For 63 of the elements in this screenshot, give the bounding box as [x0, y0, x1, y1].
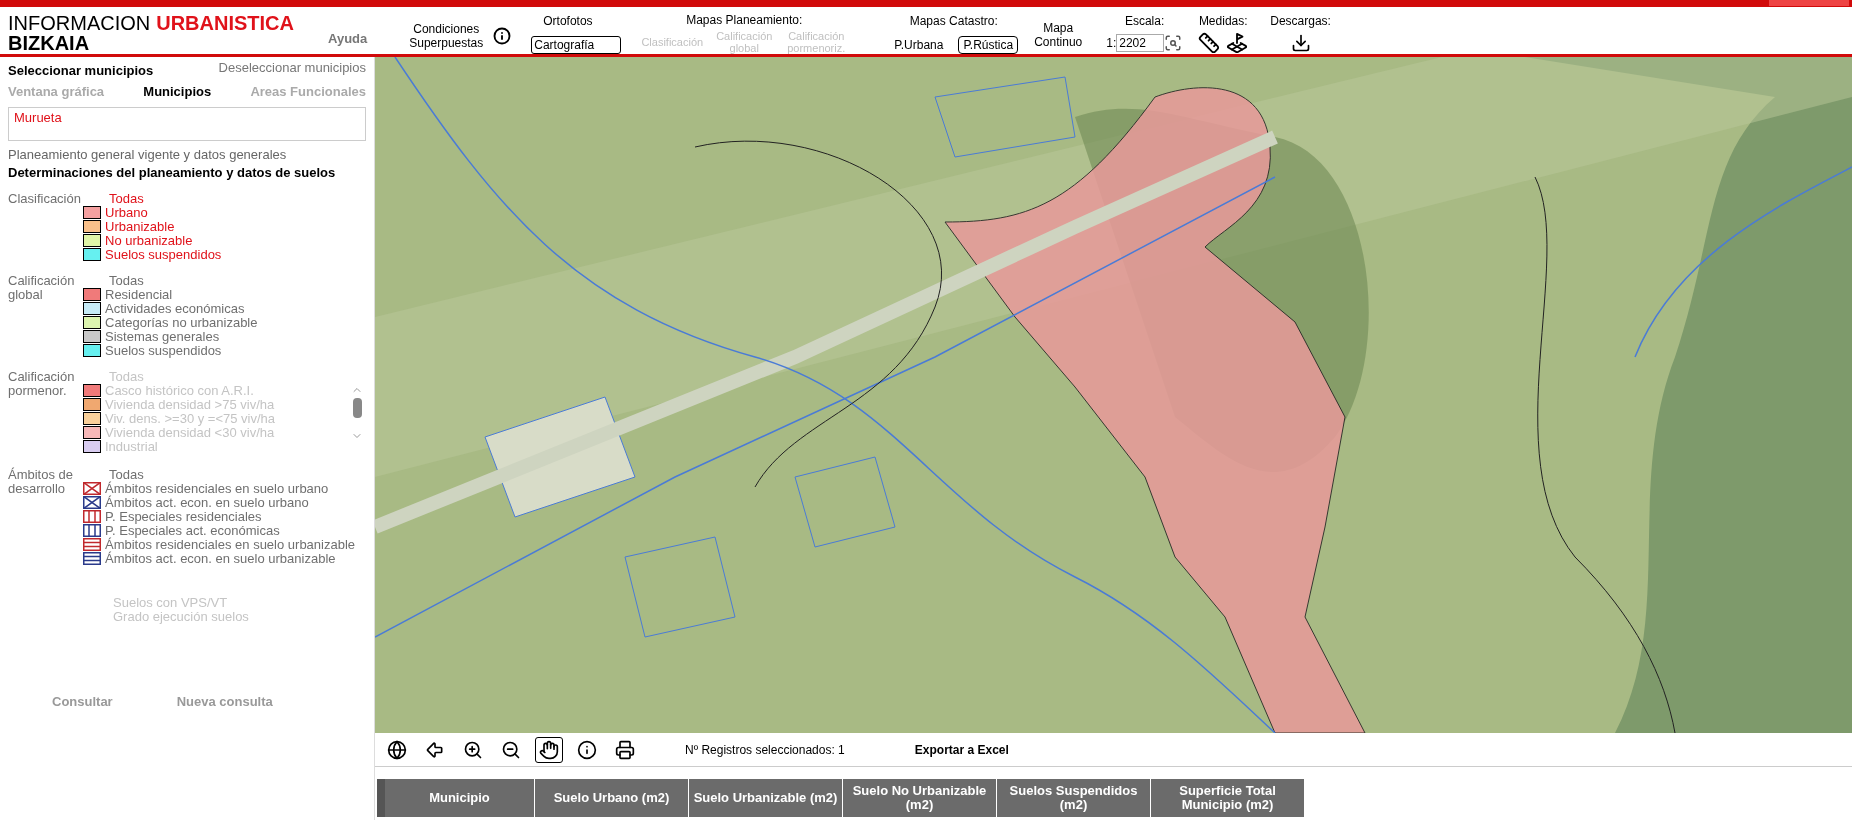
table-header-cell: Suelo Urbano (m2) — [535, 779, 689, 817]
table-edge — [377, 779, 385, 817]
scale-prefix: 1: — [1106, 35, 1117, 52]
legend-item[interactable]: Ámbitos residenciales en suelo urbano — [105, 481, 329, 496]
app-title: INFORMACION — [8, 13, 151, 33]
query-button[interactable]: Nueva consulta — [176, 691, 273, 711]
legend-item[interactable]: No urbanizable — [105, 233, 193, 248]
section-label: Calificación global — [7, 273, 76, 304]
legend-item[interactable]: Suelos suspendidos — [105, 343, 222, 358]
table-header-cell: Municipio — [385, 779, 535, 817]
determinations-heading: Determinaciones del planeamiento y datos de suelos — [7, 164, 337, 180]
region-title: BIZKAIA — [8, 33, 91, 53]
legend-item[interactable]: Ámbitos act. econ. en suelo urbanizable — [105, 551, 336, 566]
export-excel-button[interactable]: Exportar a Excel — [914, 740, 1009, 759]
deselect-link[interactable]: Deseleccionar municipios — [218, 60, 366, 78]
section-label: Clasificación — [7, 191, 82, 208]
legend-item[interactable]: P. Especiales act. económicas — [105, 523, 280, 538]
zoom-to-scale-icon[interactable] — [1164, 34, 1183, 52]
help-link[interactable]: Ayuda — [328, 28, 368, 48]
planning-maps-label: Mapas Planeamiento: — [686, 12, 803, 29]
info-icon[interactable] — [493, 26, 512, 45]
select-municipalities-title: Seleccionar municipios — [8, 63, 154, 78]
legend-item[interactable]: Categorías no urbanizable — [105, 315, 258, 330]
all-option[interactable]: Todas — [83, 273, 258, 288]
measure-area-icon[interactable] — [1226, 32, 1249, 54]
measures-label: Medidas: — [1198, 13, 1248, 30]
hand-icon[interactable] — [535, 736, 563, 763]
selection-tab[interactable]: Municipios — [143, 82, 212, 102]
table-header-cell: Suelo No Urbanizable (m2) — [843, 779, 997, 817]
legend-item[interactable]: P. Especiales residenciales — [105, 509, 262, 524]
continuous-map-button[interactable]: Mapa Continuo — [1032, 21, 1085, 49]
general-planning-link[interactable]: Planeamiento general vigente y datos generales — [0, 146, 374, 162]
downloads-label: Descargas: — [1270, 13, 1331, 30]
all-option[interactable]: Todas — [83, 191, 222, 206]
municipality-item[interactable]: Murueta — [14, 109, 360, 125]
legend-item[interactable]: Ámbitos act. econ. en suelo urbano — [105, 495, 309, 510]
scale-label: Escala: — [1124, 13, 1165, 30]
scale-field[interactable]: 2202 — [1116, 34, 1165, 52]
cadastre-map-button[interactable]: P.Urbana — [889, 36, 949, 54]
municipality-list[interactable]: Murueta — [8, 106, 366, 141]
section-label: Ámbitos de desarrollo — [7, 467, 75, 498]
table-header-cell: Suelos Suspendidos (m2) — [997, 779, 1151, 817]
conditions-button[interactable]: Condiciones Superpuestas — [405, 21, 488, 50]
section-label: Calificación pormenor. — [7, 369, 76, 400]
legend-item[interactable]: Sistemas generales — [105, 329, 220, 344]
orthophoto-label: Ortofotos — [543, 13, 593, 30]
measure-distance-icon[interactable] — [1198, 32, 1221, 54]
download-icon[interactable] — [1290, 33, 1311, 53]
legend-item[interactable]: Suelos suspendidos — [105, 247, 222, 262]
table-header-cell: Suelo Urbanizable (m2) — [689, 779, 843, 817]
legend-item[interactable]: Ámbitos residenciales en suelo urbanizable — [105, 537, 356, 552]
cadastre-maps-label: Mapas Catastro: — [909, 13, 998, 30]
app-title-accent: URBANISTICA — [156, 13, 294, 33]
query-button[interactable]: Consultar — [52, 691, 113, 711]
records-count: Nº Registros seleccionados: 1 — [685, 741, 845, 759]
table-header-cell: Superficie Total Municipio (m2) — [1151, 779, 1305, 817]
all-option[interactable]: Todas — [83, 467, 356, 482]
cadastre-map-button[interactable]: P.Rústica — [958, 36, 1019, 54]
orthophoto-field[interactable]: Cartografía — [531, 36, 622, 54]
legend-item[interactable]: Urbano — [105, 205, 148, 220]
legend-item[interactable]: Residencial — [105, 287, 173, 302]
legend-item[interactable]: Urbanizable — [105, 219, 175, 234]
legend-item[interactable]: Actividades económicas — [105, 301, 245, 316]
